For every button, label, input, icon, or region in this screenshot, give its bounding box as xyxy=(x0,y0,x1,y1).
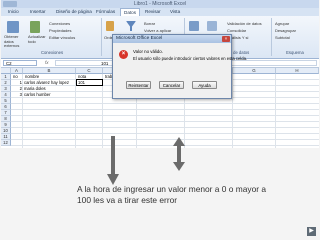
group-conexiones: Obtener datos externos Actualizar todo C… xyxy=(3,18,102,56)
retry-button[interactable]: Reintentar xyxy=(126,81,151,89)
fx-icon[interactable]: fx xyxy=(45,59,49,67)
subtotal-button[interactable]: Subtotal xyxy=(275,35,290,40)
tab-insertar[interactable]: Insertar xyxy=(27,8,49,16)
consolidate-button[interactable]: Consolidar xyxy=(227,28,246,33)
properties-button[interactable]: Propiedades xyxy=(49,28,71,33)
connections-button[interactable]: Conexiones xyxy=(49,21,70,26)
ungroup-button[interactable]: Desagrupar xyxy=(275,28,296,33)
cell-a4[interactable]: 3 xyxy=(11,92,22,98)
error-icon: × xyxy=(119,50,128,59)
reapply-button[interactable]: Volver a aplicar xyxy=(144,28,171,33)
next-slide-icon[interactable]: ▶ xyxy=(307,227,316,236)
tab-datos[interactable]: Datos xyxy=(120,8,141,16)
external-data-icon xyxy=(7,21,19,33)
tab-formulas[interactable]: Fórmulas xyxy=(93,8,118,16)
dialog-title: Microsoft Office Excel xyxy=(113,35,231,43)
row-header[interactable]: 12 xyxy=(1,140,11,146)
gridline xyxy=(275,74,276,148)
data-validation-button[interactable]: Validación de datos xyxy=(227,21,262,26)
gridline xyxy=(11,109,319,110)
remove-duplicates-icon xyxy=(207,21,217,31)
tab-inicio[interactable]: Inicio xyxy=(5,8,22,16)
get-external-data-button[interactable]: Obtener datos externos xyxy=(4,34,26,49)
ribbon-tabs: Inicio Insertar Diseño de página Fórmula… xyxy=(1,8,319,16)
clear-button[interactable]: Borrar xyxy=(144,21,155,26)
group-label-esquema: Esquema xyxy=(286,50,304,55)
text-to-columns-icon xyxy=(189,21,199,31)
gridline xyxy=(22,74,23,148)
window-title: Libro1 - Microsoft Excel xyxy=(133,1,187,7)
name-box[interactable]: C2 xyxy=(3,60,37,66)
group-esquema: Agrupar Desagrupar Subtotal Esquema xyxy=(272,18,318,56)
gridline xyxy=(11,103,319,104)
gridline xyxy=(11,133,319,134)
tab-vista[interactable]: Vista xyxy=(167,8,183,16)
column-header[interactable]: G xyxy=(233,68,276,74)
gridline xyxy=(11,127,319,128)
cell-b4[interactable]: carlos humber xyxy=(24,92,75,98)
gridline xyxy=(11,121,319,122)
group-button[interactable]: Agrupar xyxy=(275,21,289,26)
close-icon[interactable]: × xyxy=(222,36,230,42)
down-arrow-icon xyxy=(107,136,119,185)
refresh-all-button[interactable]: Actualizar todo xyxy=(28,34,46,44)
excel-screenshot: Libro1 - Microsoft Excel Inicio Insertar… xyxy=(1,0,319,148)
sort-icon xyxy=(106,21,114,31)
gridline xyxy=(11,139,319,140)
gridline xyxy=(11,115,319,116)
active-cell-border xyxy=(76,79,103,86)
slide-caption: A la hora de ingresar un valor menor a 0… xyxy=(77,184,267,205)
error-dialog: Microsoft Office Excel × × Valor no váli… xyxy=(112,34,247,99)
edit-links-button[interactable]: Editar vínculos xyxy=(49,35,75,40)
group-label-conexiones: Conexiones xyxy=(40,50,64,55)
help-button[interactable]: Ayuda xyxy=(192,81,217,89)
tab-diseno[interactable]: Diseño de página xyxy=(53,8,95,16)
dialog-message: Valor no válido. xyxy=(133,49,163,54)
refresh-icon xyxy=(30,21,40,33)
cancel-button[interactable]: Cancelar xyxy=(159,81,184,89)
double-arrow-icon xyxy=(173,137,185,171)
dialog-detail: El usuario sólo puede introducir ciertos… xyxy=(133,56,248,61)
title-bar: Libro1 - Microsoft Excel xyxy=(1,0,319,8)
column-header[interactable]: H xyxy=(276,68,319,74)
tab-revisar[interactable]: Revisar xyxy=(142,8,164,16)
gridline xyxy=(11,145,319,146)
gridline xyxy=(232,74,233,148)
filter-icon xyxy=(126,21,136,31)
